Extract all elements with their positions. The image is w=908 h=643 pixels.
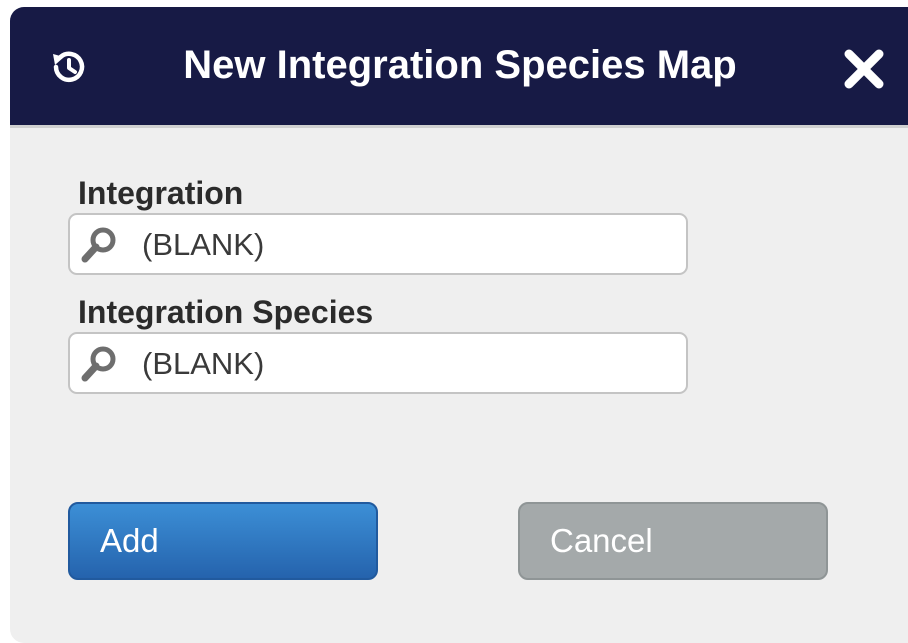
dialog-titlebar: New Integration Species Map — [10, 7, 908, 128]
integration-label: Integration — [78, 175, 244, 211]
integration-value: (BLANK) — [142, 227, 265, 262]
new-integration-species-map-dialog: New Integration Species Map Integration … — [10, 7, 908, 643]
integration-search-field[interactable]: (BLANK) — [68, 213, 688, 275]
integration-species-value: (BLANK) — [142, 346, 265, 381]
close-icon[interactable] — [842, 47, 886, 91]
add-button[interactable]: Add — [68, 502, 378, 580]
cancel-button[interactable]: Cancel — [518, 502, 828, 580]
search-icon — [79, 225, 119, 265]
search-icon — [79, 344, 119, 384]
history-icon[interactable] — [47, 46, 89, 88]
integration-species-search-field[interactable]: (BLANK) — [68, 332, 688, 394]
dialog-title: New Integration Species Map — [183, 43, 737, 87]
integration-species-label: Integration Species — [78, 294, 374, 330]
